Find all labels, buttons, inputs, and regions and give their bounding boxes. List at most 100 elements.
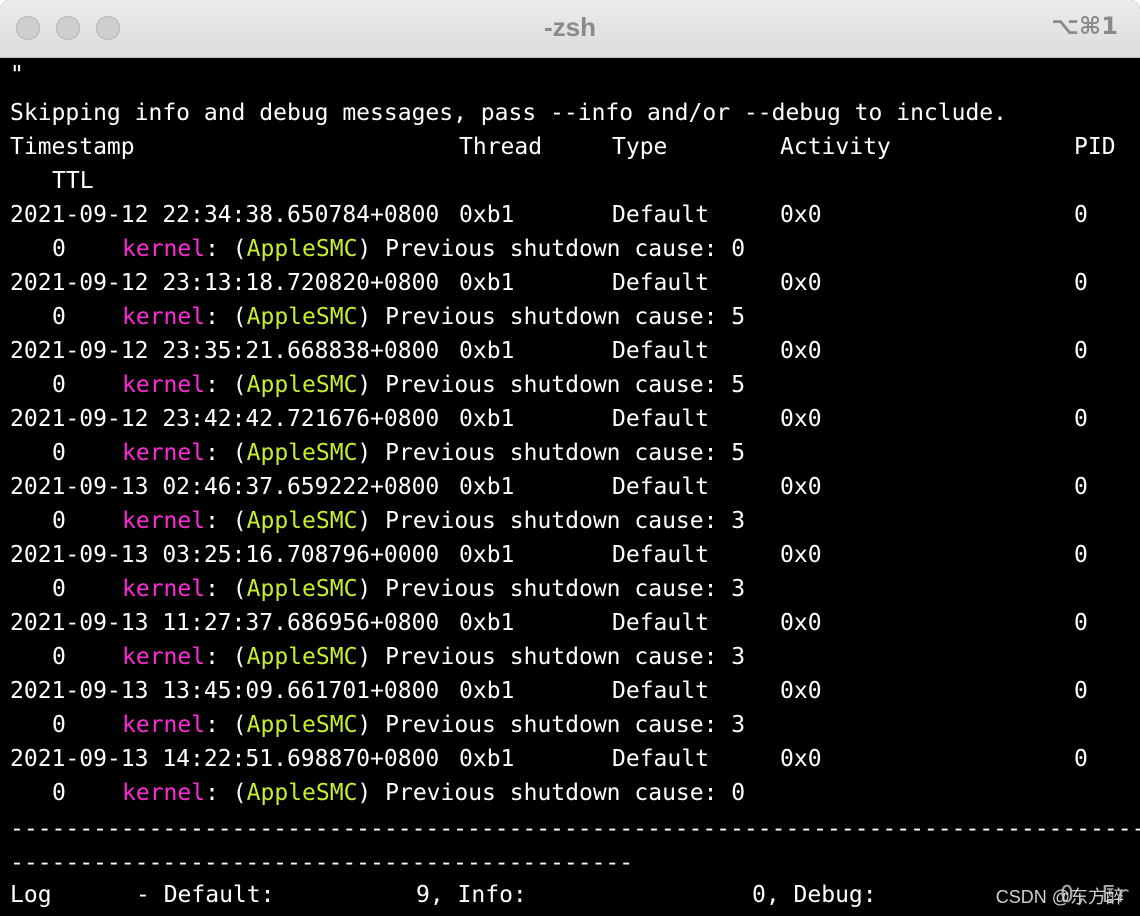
log-pid: 0: [1074, 542, 1088, 568]
log-process: kernel: [122, 712, 206, 738]
terminal-window: -zsh ⌥⌘1 " Skipping info and debug messa…: [0, 0, 1140, 916]
header-row: Timestamp Thread Type Activity PID: [0, 130, 1140, 164]
terminal-output[interactable]: " Skipping info and debug messages, pass…: [0, 58, 1140, 916]
log-ttl: 0: [52, 644, 66, 670]
log-thread: 0xb1: [459, 678, 515, 704]
log-type: Default: [612, 474, 709, 500]
log-row: 2021-09-13 02:46:37.659222+0800 0xb1 Defau…: [0, 470, 1140, 504]
log-timestamp: 2021-09-12 23:42:42.721676+0800: [10, 406, 440, 432]
log-ttl: 0: [52, 440, 66, 466]
log-message-line: kernel: (AppleSMC) Previous shutdown cau…: [122, 644, 746, 670]
log-message: Previous shutdown cause: 3: [385, 712, 746, 738]
header-timestamp: Timestamp: [10, 134, 135, 160]
log-row: 2021-09-13 13:45:09.661701+0800 0xb1 Defau…: [0, 674, 1140, 708]
log-message-line: kernel: (AppleSMC) Previous shutdown cau…: [122, 576, 746, 602]
log-thread: 0xb1: [459, 542, 515, 568]
log-row-continuation: 0 kernel: (AppleSMC) Previous shutdown ca…: [0, 368, 1140, 402]
header-type: Type: [612, 134, 668, 160]
log-pid: 0: [1074, 202, 1088, 228]
log-thread: 0xb1: [459, 474, 515, 500]
log-thread: 0xb1: [459, 746, 515, 772]
log-row-continuation: 0 kernel: (AppleSMC) Previous shutdown ca…: [0, 232, 1140, 266]
log-message-line: kernel: (AppleSMC) Previous shutdown cau…: [122, 372, 746, 398]
log-timestamp: 2021-09-13 03:25:16.708796+0000: [10, 542, 440, 568]
log-activity: 0x0: [780, 678, 822, 704]
log-row-continuation: 0 kernel: (AppleSMC) Previous shutdown ca…: [0, 572, 1140, 606]
summary-log-label: Log: [10, 882, 52, 908]
log-subsystem: AppleSMC: [246, 508, 358, 534]
log-ttl: 0: [52, 304, 66, 330]
separator-line-continued: ----------------------------------------…: [10, 850, 634, 876]
log-ttl: 0: [52, 236, 66, 262]
log-row-continuation: 0 kernel: (AppleSMC) Previous shutdown ca…: [0, 776, 1140, 810]
log-timestamp: 2021-09-13 14:22:51.698870+0800: [10, 746, 440, 772]
log-process: kernel: [122, 780, 206, 806]
log-row: 2021-09-12 22:34:38.650784+0800 0xb1 Defau…: [0, 198, 1140, 232]
log-message-line: kernel: (AppleSMC) Previous shutdown cau…: [122, 508, 746, 534]
log-timestamp: 2021-09-12 23:35:21.668838+0800: [10, 338, 440, 364]
log-subsystem: AppleSMC: [246, 644, 358, 670]
log-subsystem: AppleSMC: [246, 440, 358, 466]
log-ttl: 0: [52, 508, 66, 534]
log-timestamp: 2021-09-13 02:46:37.659222+0800: [10, 474, 440, 500]
log-thread: 0xb1: [459, 270, 515, 296]
log-thread: 0xb1: [459, 338, 515, 364]
log-type: Default: [612, 610, 709, 636]
log-type: Default: [612, 270, 709, 296]
separator-line: ----------------------------------------…: [10, 816, 1140, 842]
log-row-continuation: 0 kernel: (AppleSMC) Previous shutdown ca…: [0, 504, 1140, 538]
log-process: kernel: [122, 304, 206, 330]
log-thread: 0xb1: [459, 610, 515, 636]
header-activity: Activity: [780, 134, 891, 160]
log-subsystem: AppleSMC: [246, 780, 358, 806]
skip-message: Skipping info and debug messages, pass -…: [10, 100, 1007, 126]
log-activity: 0x0: [780, 338, 822, 364]
log-activity: 0x0: [780, 406, 822, 432]
window-title: -zsh: [544, 12, 596, 42]
csdn-watermark: CSDN @东方醉: [991, 882, 1128, 910]
log-row-continuation: 0 kernel: (AppleSMC) Previous shutdown ca…: [0, 640, 1140, 674]
log-row-continuation: 0 kernel: (AppleSMC) Previous shutdown ca…: [0, 300, 1140, 334]
log-timestamp: 2021-09-13 11:27:37.686956+0800: [10, 610, 440, 636]
log-pid: 0: [1074, 474, 1088, 500]
log-pid: 0: [1074, 678, 1088, 704]
header-thread: Thread: [459, 134, 543, 160]
log-process: kernel: [122, 440, 206, 466]
log-ttl: 0: [52, 780, 66, 806]
summary-default-count: 9, Info:: [416, 882, 527, 908]
log-type: Default: [612, 746, 709, 772]
log-activity: 0x0: [780, 202, 822, 228]
log-message-line: kernel: (AppleSMC) Previous shutdown cau…: [122, 304, 746, 330]
summary-default-label: - Default:: [136, 882, 275, 908]
log-thread: 0xb1: [459, 406, 515, 432]
log-message: Previous shutdown cause: 0: [385, 236, 746, 262]
log-message-line: kernel: (AppleSMC) Previous shutdown cau…: [122, 440, 746, 466]
window-shortcut: ⌥⌘1: [1051, 12, 1118, 40]
log-type: Default: [612, 202, 709, 228]
log-type: Default: [612, 406, 709, 432]
log-row-continuation: 0 kernel: (AppleSMC) Previous shutdown ca…: [0, 708, 1140, 742]
log-row: 2021-09-13 14:22:51.698870+0800 0xb1 Defau…: [0, 742, 1140, 776]
log-subsystem: AppleSMC: [246, 372, 358, 398]
log-activity: 0x0: [780, 270, 822, 296]
log-process: kernel: [122, 644, 206, 670]
summary-line: Log - Default: 9, Info: 0, Debug: 0, Er: [0, 878, 1140, 912]
log-type: Default: [612, 542, 709, 568]
log-row: 2021-09-12 23:35:21.668838+0800 0xb1 Defau…: [0, 334, 1140, 368]
log-pid: 0: [1074, 270, 1088, 296]
log-row: 2021-09-13 03:25:16.708796+0000 0xb1 Defau…: [0, 538, 1140, 572]
title-bar[interactable]: -zsh ⌥⌘1: [0, 0, 1140, 58]
log-process: kernel: [122, 372, 206, 398]
log-subsystem: AppleSMC: [246, 236, 358, 262]
header-ttl: TTL: [52, 168, 94, 194]
log-message: Previous shutdown cause: 0: [385, 780, 746, 806]
log-message: Previous shutdown cause: 3: [385, 508, 746, 534]
log-message: Previous shutdown cause: 5: [385, 304, 746, 330]
log-type: Default: [612, 678, 709, 704]
log-message: Previous shutdown cause: 5: [385, 372, 746, 398]
log-thread: 0xb1: [459, 202, 515, 228]
log-timestamp: 2021-09-13 13:45:09.661701+0800: [10, 678, 440, 704]
summary-info-count: 0, Debug:: [752, 882, 877, 908]
log-ttl: 0: [52, 372, 66, 398]
log-message-line: kernel: (AppleSMC) Previous shutdown cau…: [122, 236, 746, 262]
